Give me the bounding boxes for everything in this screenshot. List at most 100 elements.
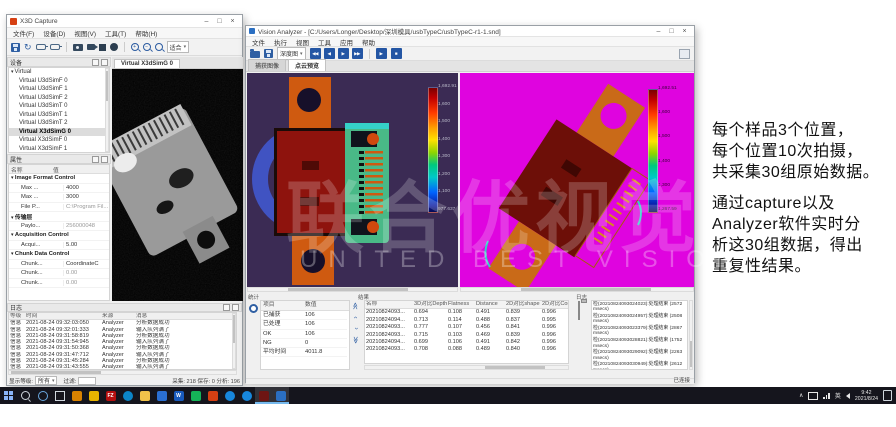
- task-view-button[interactable]: [51, 387, 68, 404]
- continuous-capture-icon[interactable]: [87, 44, 95, 50]
- frame-nav-button[interactable]: ▶▶: [352, 48, 363, 59]
- taskbar-app[interactable]: [255, 387, 272, 404]
- last-row-icon[interactable]: ≫: [352, 336, 360, 343]
- taskbar-app[interactable]: [136, 387, 153, 404]
- log-rows[interactable]: 信息2021-08-24 09:32:03:050Analyzer分析数据成功信…: [9, 320, 236, 370]
- connect-icon[interactable]: [36, 44, 46, 50]
- device-tree-item[interactable]: Virtual X3dSimG 0: [9, 128, 109, 137]
- action-center-icon[interactable]: [883, 390, 892, 401]
- menu-item[interactable]: 执行: [274, 37, 287, 47]
- prop-row[interactable]: Image Format Control: [9, 174, 109, 184]
- tree-root[interactable]: ▾ Virtual: [9, 68, 109, 77]
- grayscale-capture-image[interactable]: [112, 69, 243, 301]
- snapshot-icon[interactable]: [73, 44, 83, 51]
- hidden-icons-chevron[interactable]: ∧: [799, 392, 803, 399]
- printer-icon[interactable]: [578, 301, 580, 320]
- taskbar-app[interactable]: [187, 387, 204, 404]
- x3d-titlebar[interactable]: X3D Capture – □ ×: [7, 15, 242, 28]
- gear-icon[interactable]: [249, 304, 258, 313]
- device-tree-item[interactable]: Virtual X3dSimF 1: [9, 145, 109, 154]
- device-tree-item[interactable]: Virtual U3dSimT 1: [9, 111, 109, 120]
- maximize-button[interactable]: □: [665, 27, 678, 36]
- tree-vscrollbar[interactable]: [105, 68, 109, 152]
- next-row-icon[interactable]: ›: [353, 327, 360, 329]
- close-pane-icon[interactable]: [101, 156, 108, 163]
- cortana-button[interactable]: [34, 387, 51, 404]
- menu-item[interactable]: 视图(V): [74, 28, 96, 38]
- taskbar-app[interactable]: FZ: [102, 387, 119, 404]
- frame-nav-button[interactable]: ◀◀: [310, 48, 321, 59]
- taskbar-app[interactable]: [85, 387, 102, 404]
- device-icon[interactable]: [808, 392, 818, 400]
- device-tree-item[interactable]: Virtual U3dSimT 0: [9, 102, 109, 111]
- menu-item[interactable]: 工具(T): [105, 28, 126, 38]
- network-icon[interactable]: [823, 393, 830, 399]
- input-method-indicator[interactable]: 英: [835, 391, 841, 400]
- zoom-reset-icon[interactable]: [155, 43, 163, 51]
- close-pane-icon[interactable]: [101, 59, 108, 66]
- prop-row[interactable]: 传输层: [9, 212, 109, 222]
- va-tab[interactable]: 点云预览: [288, 59, 326, 71]
- menu-item[interactable]: 文件: [252, 37, 265, 47]
- tilt-view[interactable]: 1,692.511,6001,5001,4001,3001,267.59: [460, 73, 694, 292]
- zoom-out-icon[interactable]: −: [143, 43, 151, 51]
- minimize-button[interactable]: –: [200, 16, 213, 27]
- device-tree-item[interactable]: Virtual U3dSimF 1: [9, 85, 109, 94]
- disconnect-icon[interactable]: [50, 44, 60, 50]
- prop-row[interactable]: Max ...3000: [9, 193, 109, 203]
- maximize-button[interactable]: □: [213, 16, 226, 27]
- taskbar-app[interactable]: [153, 387, 170, 404]
- float-icon[interactable]: [92, 59, 99, 66]
- volume-icon[interactable]: [846, 393, 850, 399]
- float-icon[interactable]: [92, 156, 99, 163]
- stop-icon[interactable]: [99, 44, 106, 51]
- taskbar-search[interactable]: [17, 387, 34, 404]
- taskbar-app[interactable]: [119, 387, 136, 404]
- refresh-icon[interactable]: ↻: [24, 43, 32, 52]
- results-hscrollbar[interactable]: [364, 365, 569, 370]
- menu-item[interactable]: 设备(D): [43, 28, 65, 38]
- device-tree-item[interactable]: Virtual X3dSimF 0: [9, 136, 109, 145]
- zoom-in-icon[interactable]: +: [131, 43, 139, 51]
- viewer-tab[interactable]: Virtual X3dSimG 0: [114, 59, 180, 68]
- start-button[interactable]: [0, 387, 17, 404]
- save-icon[interactable]: [264, 49, 273, 58]
- float-icon[interactable]: [223, 304, 230, 311]
- prop-row[interactable]: File P...C:\Program Fil...: [9, 203, 109, 213]
- va-titlebar[interactable]: Vision Analyzer - [C:/Users/Longer/Deskt…: [246, 26, 694, 37]
- record-icon[interactable]: [110, 43, 118, 51]
- screenshot-icon[interactable]: [679, 49, 690, 59]
- prop-row[interactable]: Max ...4000: [9, 184, 109, 194]
- device-tree-item[interactable]: Virtual U3dSimF 0: [9, 77, 109, 86]
- device-tree-item[interactable]: Virtual U3dSimF 2: [9, 94, 109, 103]
- taskbar-app[interactable]: [204, 387, 221, 404]
- first-row-icon[interactable]: ≫: [352, 302, 360, 309]
- depth-view[interactable]: 1,692.911,6001,5001,4001,3001,2001,10097…: [247, 73, 458, 292]
- menu-item[interactable]: 帮助: [362, 37, 375, 47]
- device-tree-item[interactable]: Virtual U3dSimT 2: [9, 119, 109, 128]
- menu-item[interactable]: 应用: [340, 37, 353, 47]
- taskbar-clock[interactable]: 9:42 2021/8/24: [855, 390, 878, 402]
- log-filter-input[interactable]: [78, 377, 96, 385]
- close-button[interactable]: ×: [226, 16, 239, 27]
- menu-item[interactable]: 帮助(H): [135, 28, 157, 38]
- va-tab[interactable]: 捕获图像: [248, 59, 286, 71]
- valog-vscrollbar[interactable]: [689, 300, 693, 370]
- zoom-fit-select[interactable]: 适合 ▾: [167, 41, 190, 53]
- prev-row-icon[interactable]: ›: [353, 316, 360, 318]
- taskbar-app[interactable]: [238, 387, 255, 404]
- menu-item[interactable]: 工具: [318, 37, 331, 47]
- va-log-entries[interactable]: 检(20210824093024023):处理结束 (2572 msecs)检(…: [593, 302, 686, 370]
- taskbar-app[interactable]: [272, 387, 289, 404]
- log-level-select[interactable]: 所有▾: [35, 376, 58, 385]
- log-vscrollbar[interactable]: [232, 313, 236, 369]
- prop-row[interactable]: Chunk...0.00: [9, 269, 109, 279]
- results-rows[interactable]: 20210824093...0.6940.1080.4910.8390.9962…: [365, 309, 568, 353]
- run-button[interactable]: ▶: [376, 48, 387, 59]
- stop-button[interactable]: ■: [391, 48, 402, 59]
- save-icon[interactable]: [11, 43, 20, 52]
- prop-row[interactable]: Chunk...0.00: [9, 279, 109, 289]
- prop-row[interactable]: Acquisition Control: [9, 231, 109, 241]
- prop-row[interactable]: Chunk...CoordinateC: [9, 260, 109, 270]
- taskbar-app[interactable]: [68, 387, 85, 404]
